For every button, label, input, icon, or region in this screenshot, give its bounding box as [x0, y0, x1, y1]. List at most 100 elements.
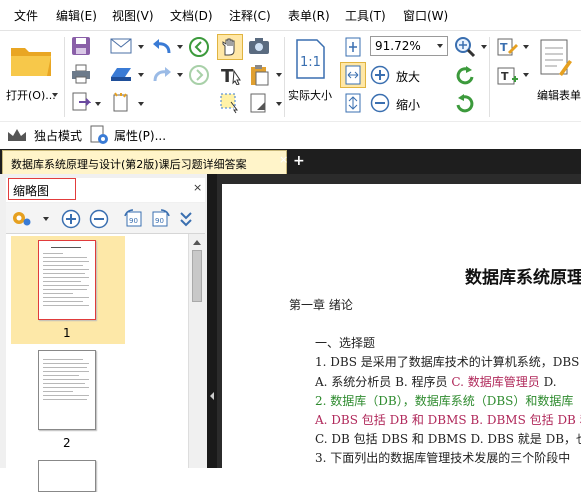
- typewriter-icon[interactable]: T: [494, 35, 520, 59]
- doc-line: A. DBS 包括 DB 和 DBMS B. DBMS 包括 DB 和: [315, 413, 581, 427]
- typewriter-dropdown-icon[interactable]: [523, 45, 529, 49]
- collapse-panel-icon[interactable]: [210, 392, 214, 400]
- open-button[interactable]: 打开(O)...: [6, 87, 56, 103]
- panel-splitter[interactable]: [207, 174, 217, 468]
- menu-document[interactable]: 文档(D): [170, 7, 213, 24]
- menu-tools[interactable]: 工具(T): [345, 7, 386, 24]
- actual-size-icon[interactable]: 1:1: [292, 37, 328, 81]
- menu-window[interactable]: 窗口(W): [403, 7, 448, 24]
- doc-highlight: C. 数据库管理员: [451, 375, 540, 389]
- properties-button[interactable]: 属性(P)...: [114, 127, 166, 144]
- menu-bar: 文件 编辑(E) 视图(V) 文档(D) 注释(C) 表单(R) 工具(T) 窗…: [0, 0, 581, 31]
- export-dropdown-icon[interactable]: [95, 102, 101, 106]
- tab-close-icon[interactable]: ×: [279, 153, 288, 166]
- email-icon[interactable]: [108, 35, 134, 57]
- edit-form-button[interactable]: 编辑表单: [537, 87, 581, 103]
- thumbnail-page-3[interactable]: [38, 460, 96, 492]
- menu-file[interactable]: 文件: [14, 7, 38, 24]
- menu-edit[interactable]: 编辑(E): [56, 7, 97, 24]
- zoom-in-icon[interactable]: [369, 64, 391, 86]
- expand-chevron-icon[interactable]: [176, 207, 196, 231]
- clipboard-icon[interactable]: [246, 63, 272, 87]
- attach-dropdown-icon[interactable]: [276, 102, 282, 106]
- folder-icon[interactable]: [6, 37, 56, 83]
- rotate-page-right-icon[interactable]: 90: [148, 207, 172, 231]
- svg-text:90: 90: [129, 217, 138, 225]
- rotate-left-icon[interactable]: [453, 64, 477, 88]
- zoom-dropdown-icon[interactable]: [437, 44, 443, 48]
- zoom-in-button[interactable]: 放大: [396, 68, 420, 85]
- doc-chapter: 第一章 绪论: [289, 298, 353, 312]
- thumbnail-page-number: 2: [63, 436, 71, 450]
- clipboard-dropdown-icon[interactable]: [276, 73, 282, 77]
- rotate-right-icon[interactable]: [453, 92, 477, 116]
- enlarge-thumbnail-icon[interactable]: [60, 208, 82, 230]
- thumbnail-page-1[interactable]: [38, 240, 96, 320]
- fit-width-icon[interactable]: [340, 62, 366, 88]
- secondary-toolbar: 独占模式 属性(P)...: [0, 121, 581, 149]
- panel-close-icon[interactable]: ×: [193, 181, 202, 194]
- next-view-icon[interactable]: [188, 64, 210, 86]
- options-dropdown-icon[interactable]: [43, 217, 49, 221]
- reduce-thumbnail-icon[interactable]: [88, 208, 110, 230]
- doc-heading: 数据库系统原理: [465, 268, 581, 288]
- edit-form-icon[interactable]: [535, 37, 575, 81]
- zoom-value: 91.72%: [375, 39, 421, 53]
- undo-dropdown-icon[interactable]: [177, 45, 183, 49]
- magnifier-dropdown-icon[interactable]: [481, 45, 487, 49]
- text-field-icon[interactable]: T: [494, 64, 520, 88]
- exclusive-mode-button[interactable]: 独占模式: [34, 127, 82, 144]
- options-gear-icon[interactable]: [10, 208, 32, 228]
- scroll-up-icon[interactable]: [193, 240, 201, 245]
- open-dropdown-icon[interactable]: [52, 93, 58, 97]
- print-icon[interactable]: [70, 63, 92, 85]
- email-dropdown-icon[interactable]: [138, 45, 144, 49]
- undo-icon[interactable]: [150, 35, 174, 57]
- svg-text:T: T: [501, 70, 509, 83]
- svg-text:90: 90: [155, 217, 164, 225]
- scan-icon[interactable]: [108, 63, 134, 85]
- panel-title: 缩略图: [8, 178, 76, 200]
- thumbnail-scrollbar[interactable]: [188, 234, 205, 468]
- menu-form[interactable]: 表单(R): [288, 7, 330, 24]
- document-page: 数据库系统原理 第一章 绪论 一、选择题 1. DBS 是采用了数据库技术的计算…: [222, 184, 581, 468]
- select-text-icon[interactable]: T: [218, 63, 244, 87]
- thumbnail-page-2[interactable]: [38, 350, 96, 430]
- zoom-select[interactable]: 91.72%: [370, 36, 448, 56]
- previous-view-icon[interactable]: [188, 36, 210, 58]
- thumbnail-page-number: 1: [63, 326, 71, 340]
- menu-view[interactable]: 视图(V): [112, 7, 154, 24]
- attach-file-icon[interactable]: [246, 91, 272, 115]
- zoom-out-icon[interactable]: [369, 92, 391, 114]
- new-tab-button[interactable]: +: [293, 153, 305, 169]
- new-document-icon[interactable]: [108, 91, 134, 113]
- doc-text: A. 系统分析员 B. 程序员: [315, 375, 452, 389]
- hand-tool-icon[interactable]: [217, 34, 243, 60]
- main-toolbar: 打开(O)... T 1:1 实际大小 91.72% 放大 缩小 T T 编辑表…: [0, 31, 581, 120]
- menu-comment[interactable]: 注释(C): [229, 7, 271, 24]
- tab-title: 数据库系统原理与设计(第2版)课后习题详细答案: [11, 158, 247, 171]
- doc-section: 一、选择题: [315, 336, 376, 350]
- fit-page-icon[interactable]: [342, 36, 364, 58]
- snapshot-icon[interactable]: [246, 35, 272, 57]
- fit-visible-icon[interactable]: [342, 92, 364, 114]
- scroll-thumb[interactable]: [192, 250, 202, 302]
- scan-dropdown-icon[interactable]: [138, 73, 144, 77]
- redo-icon[interactable]: [150, 63, 174, 85]
- export-icon[interactable]: [70, 91, 92, 113]
- save-icon[interactable]: [70, 35, 92, 57]
- svg-text:1:1: 1:1: [300, 55, 321, 70]
- properties-icon: [88, 124, 110, 146]
- crown-icon: [6, 126, 28, 144]
- tab-document[interactable]: 数据库系统原理与设计(第2版)课后习题详细答案: [2, 150, 287, 174]
- new-dropdown-icon[interactable]: [138, 102, 144, 106]
- annotation-select-icon[interactable]: [218, 91, 242, 115]
- doc-line: 1. DBS 是采用了数据库技术的计算机系统，DBS: [315, 355, 580, 369]
- doc-line: 3. 下面列出的数据库管理技术发展的三个阶段中: [315, 451, 571, 465]
- rotate-page-left-icon[interactable]: 90: [122, 207, 146, 231]
- zoom-out-button[interactable]: 缩小: [396, 96, 420, 113]
- text-field-dropdown-icon[interactable]: [523, 73, 529, 77]
- redo-dropdown-icon[interactable]: [177, 73, 183, 77]
- actual-size-button[interactable]: 实际大小: [288, 87, 332, 103]
- magnifier-icon[interactable]: [453, 35, 477, 59]
